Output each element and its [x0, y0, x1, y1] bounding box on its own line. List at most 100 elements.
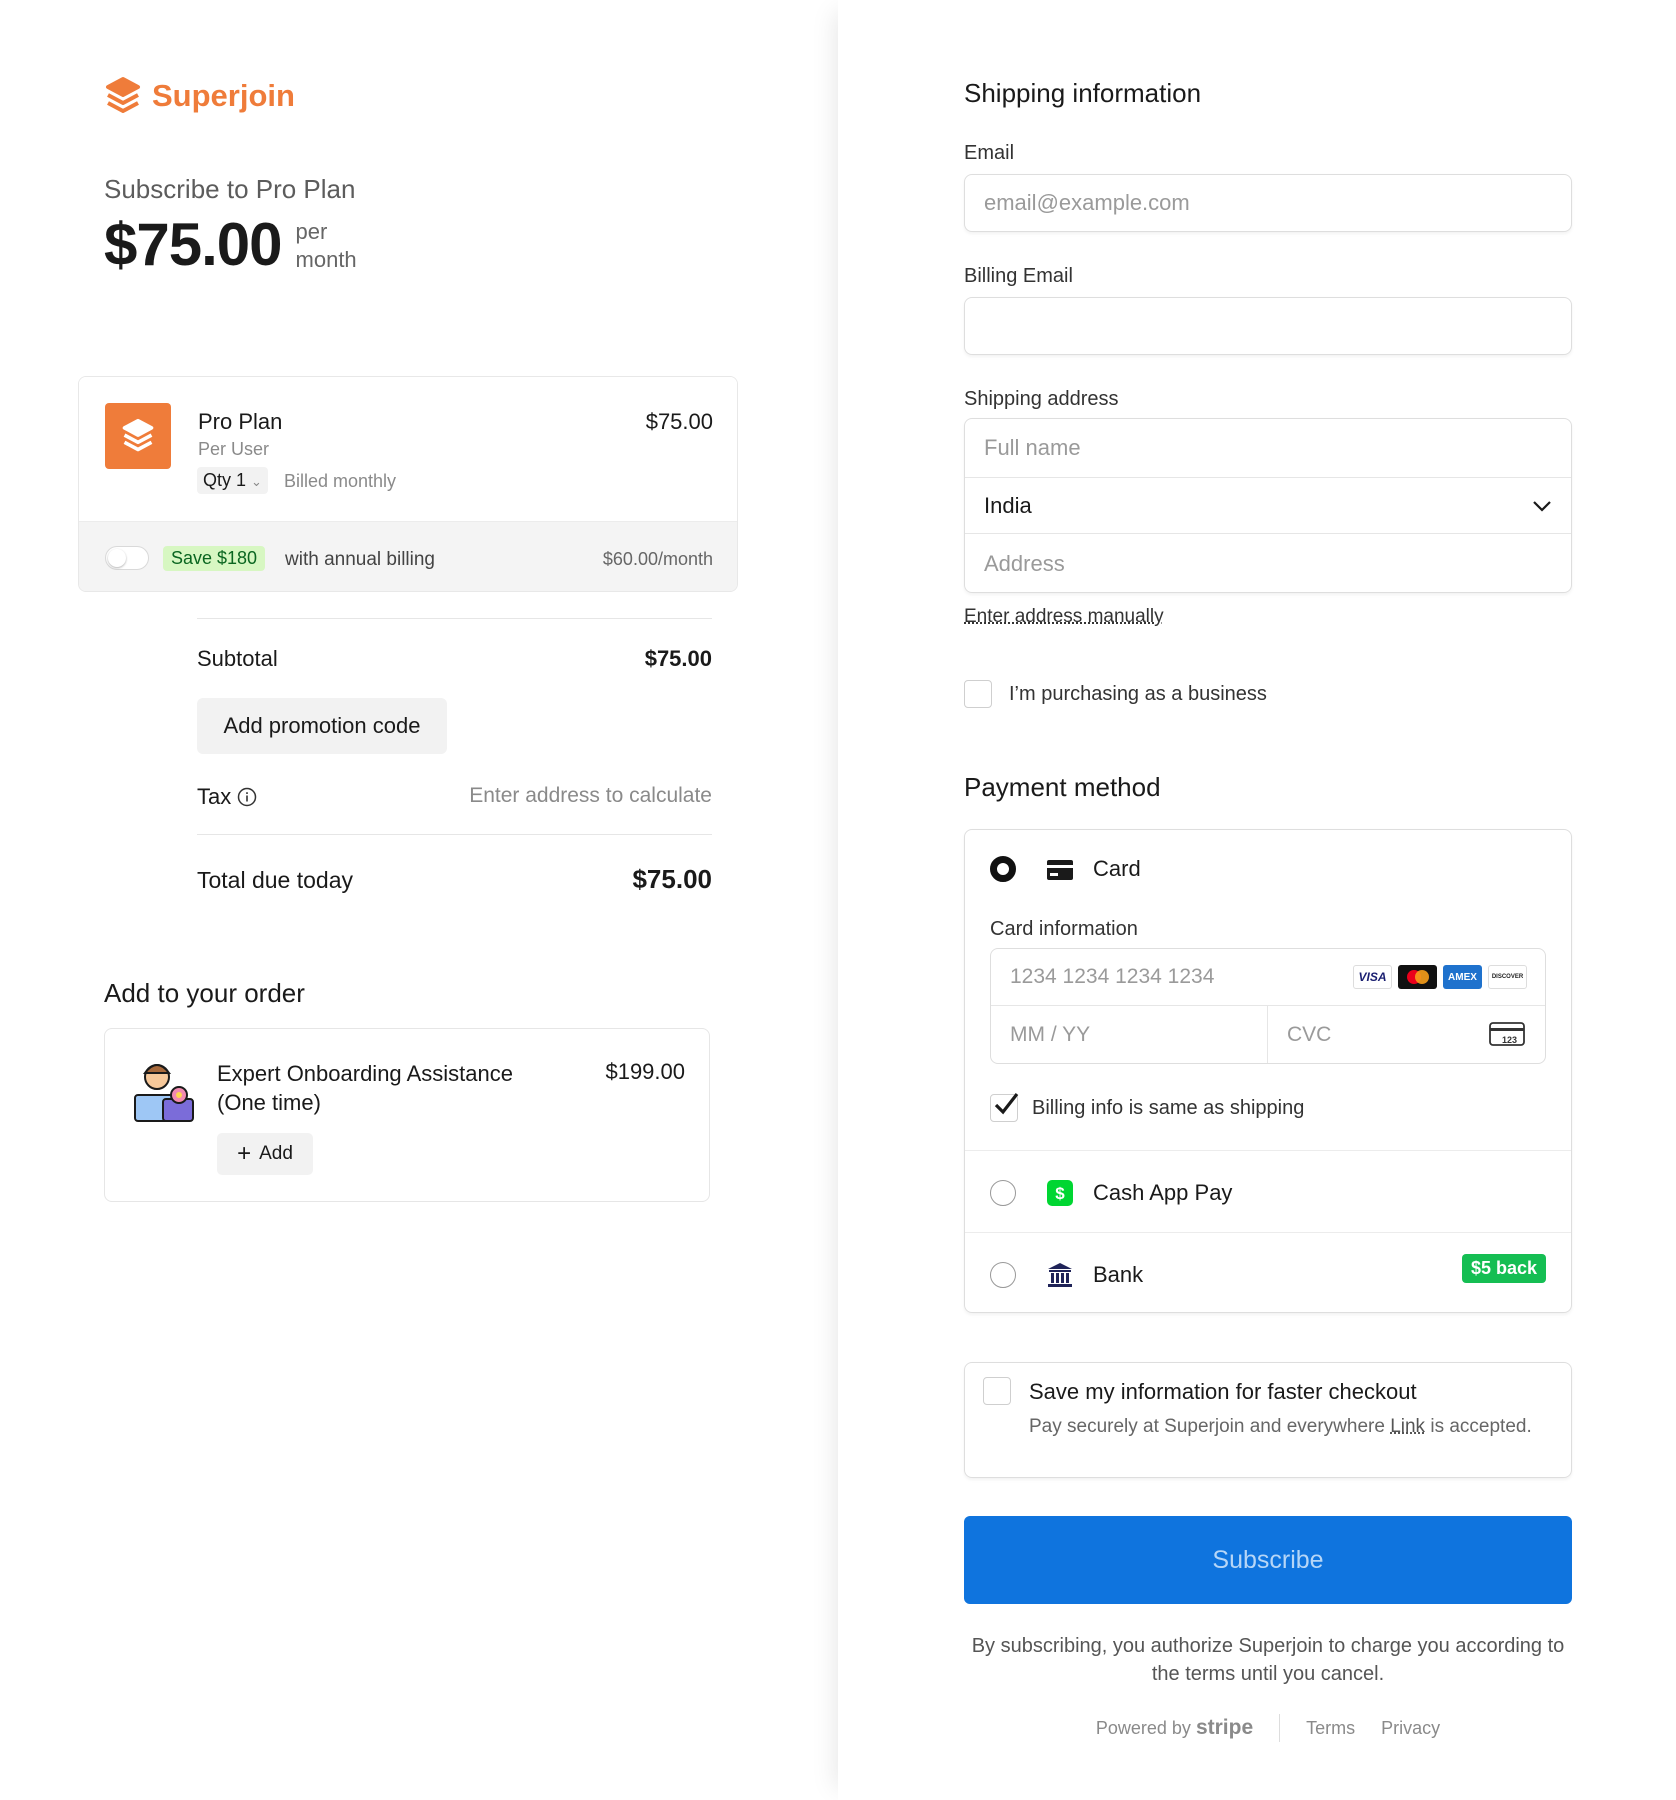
- bank-cashback-badge: $5 back: [1461, 1254, 1546, 1283]
- plan-name: Pro Plan: [198, 409, 283, 434]
- addon-price: $199.00: [605, 1059, 685, 1084]
- price-period: per month: [295, 219, 357, 272]
- payment-method-title: Payment method: [964, 772, 1161, 802]
- billing-email-field[interactable]: [964, 297, 1572, 355]
- cvc-card-icon: 123: [1489, 1022, 1525, 1046]
- tax-label: Tax: [197, 784, 232, 809]
- business-checkbox[interactable]: [964, 680, 992, 708]
- checkout-form-panel: Shipping information Email email@example…: [838, 0, 1676, 1800]
- save-info-desc-prefix: Pay securely at Superjoin and everywhere: [1029, 1416, 1385, 1437]
- payment-method-box: Card Card information 1234 1234 1234 123…: [964, 829, 1572, 1313]
- tax-value: Enter address to calculate: [469, 784, 712, 807]
- total-value: $75.00: [632, 864, 712, 894]
- full-name-placeholder: Full name: [984, 434, 1081, 460]
- email-field[interactable]: email@example.com: [964, 174, 1572, 232]
- enter-address-manually-link[interactable]: Enter address manually: [964, 606, 1164, 628]
- subtotal-label: Subtotal: [197, 646, 278, 671]
- discover-icon: DISCOVER: [1488, 965, 1527, 989]
- cvc-field[interactable]: CVC 123: [1268, 1006, 1545, 1063]
- save-info-title: Save my information for faster checkout: [1029, 1379, 1417, 1404]
- divider: [965, 1150, 1571, 1151]
- card-fields: 1234 1234 1234 1234 VISA AMEX DISCOVER M…: [990, 948, 1546, 1064]
- chevron-down-icon: ⌄: [251, 474, 262, 489]
- cashapp-label: Cash App Pay: [1093, 1180, 1233, 1205]
- save-info-checkbox[interactable]: [983, 1377, 1011, 1405]
- email-label: Email: [964, 142, 1015, 164]
- footer-divider: [1279, 1714, 1281, 1742]
- subtotal-value: $75.00: [644, 646, 712, 671]
- chevron-down-icon: [1533, 500, 1551, 512]
- save-badge: Save $180: [163, 546, 266, 571]
- svg-text:$: $: [1055, 1184, 1065, 1203]
- save-info-description: Pay securely at Superjoin and everywhere…: [1029, 1413, 1539, 1440]
- save-info-box: Save my information for faster checkout …: [964, 1362, 1572, 1478]
- mastercard-icon: [1398, 965, 1437, 989]
- business-label: I’m purchasing as a business: [1009, 682, 1267, 705]
- billing-same-label: Billing info is same as shipping: [1032, 1096, 1305, 1119]
- addon-card: Expert Onboarding Assistance (One time) …: [104, 1028, 710, 1202]
- brand-logo[interactable]: Superjoin: [104, 76, 295, 116]
- info-icon[interactable]: [237, 787, 257, 807]
- plan-unit: Per User: [198, 439, 270, 459]
- stripe-logo: stripe: [1195, 1716, 1254, 1739]
- onboarding-assistant-icon: [134, 1064, 194, 1122]
- plan-card: Pro Plan Per User Qty 1 ⌄ Billed monthly…: [78, 376, 738, 592]
- subscribe-title: Subscribe to Pro Plan: [104, 174, 356, 204]
- bank-radio[interactable]: [990, 1262, 1016, 1288]
- subscribe-button[interactable]: Subscribe: [964, 1516, 1572, 1604]
- shipping-address-label: Shipping address: [964, 388, 1119, 410]
- cashapp-icon: $: [1047, 1180, 1073, 1206]
- expiry-field[interactable]: MM / YY: [991, 1006, 1268, 1063]
- card-label: Card: [1093, 856, 1141, 881]
- divider: [197, 618, 712, 619]
- save-info-desc-suffix: is accepted.: [1430, 1416, 1532, 1437]
- plan-product-icon: [105, 403, 171, 469]
- plan-price: $75.00: [645, 409, 713, 434]
- country-value: India: [984, 492, 1032, 518]
- checkmark-icon: [994, 1093, 1019, 1115]
- plus-icon: +: [237, 1140, 252, 1167]
- annual-billing-text: with annual billing: [285, 549, 435, 570]
- card-brand-logos: VISA AMEX DISCOVER: [1353, 965, 1527, 989]
- country-select[interactable]: India: [965, 477, 1571, 534]
- total-label: Total due today: [197, 867, 354, 893]
- quantity-label: Qty 1: [203, 470, 247, 490]
- cvc-hint-text: 123: [1502, 1035, 1517, 1045]
- privacy-link[interactable]: Privacy: [1381, 1718, 1440, 1739]
- cashapp-radio[interactable]: [990, 1180, 1016, 1206]
- annual-billing-upsell: Save $180 with annual billing $60.00/mon…: [79, 521, 737, 591]
- add-promotion-code-button[interactable]: Add promotion code: [197, 698, 447, 754]
- expiry-placeholder: MM / YY: [1010, 1022, 1091, 1046]
- footer: Powered by stripe Terms Privacy: [964, 1714, 1572, 1742]
- terms-link[interactable]: Terms: [1306, 1718, 1355, 1739]
- card-information-label: Card information: [990, 918, 1138, 940]
- add-to-order-title: Add to your order: [104, 978, 305, 1008]
- amex-icon: AMEX: [1443, 965, 1482, 989]
- card-radio[interactable]: [990, 856, 1016, 882]
- link-info-link[interactable]: Link: [1390, 1416, 1425, 1437]
- quantity-select[interactable]: Qty 1 ⌄: [197, 467, 268, 494]
- address-field[interactable]: Address: [965, 535, 1571, 592]
- superjoin-logo-icon: [106, 77, 140, 113]
- email-placeholder: email@example.com: [984, 190, 1190, 215]
- brand-name: Superjoin: [152, 78, 295, 113]
- plan-line-item: Pro Plan Per User Qty 1 ⌄ Billed monthly…: [79, 377, 737, 521]
- billing-frequency: Billed monthly: [284, 471, 397, 491]
- powered-by-stripe[interactable]: Powered by stripe: [1096, 1716, 1253, 1740]
- superjoin-logo-icon: [122, 418, 154, 452]
- billing-same-option[interactable]: Billing info is same as shipping: [990, 1093, 1305, 1122]
- bank-icon: [1048, 1263, 1072, 1287]
- addon-name: Expert Onboarding Assistance (One time): [217, 1061, 513, 1115]
- legal-text: By subscribing, you authorize Superjoin …: [971, 1635, 1565, 1685]
- card-number-placeholder: 1234 1234 1234 1234: [1010, 965, 1215, 988]
- full-name-field[interactable]: Full name: [965, 419, 1571, 476]
- price-display: $75.00 per month: [104, 214, 376, 276]
- divider: [197, 834, 712, 835]
- cvc-placeholder: CVC: [1287, 1022, 1332, 1046]
- annual-billing-toggle[interactable]: [105, 546, 149, 570]
- price-amount: $75.00: [104, 211, 283, 278]
- add-addon-button[interactable]: + Add: [217, 1133, 313, 1175]
- billing-same-checkbox[interactable]: [990, 1093, 1019, 1122]
- order-summary-panel: Superjoin Subscribe to Pro Plan $75.00 p…: [0, 0, 838, 1800]
- business-purchase-option[interactable]: I’m purchasing as a business: [964, 680, 1267, 708]
